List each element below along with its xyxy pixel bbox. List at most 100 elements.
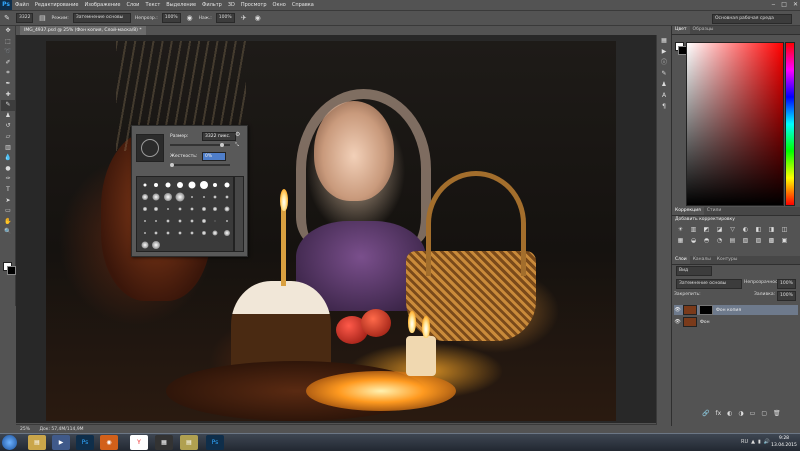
start-button[interactable]: [2, 435, 17, 450]
photoshop-icon[interactable]: Ps: [76, 435, 94, 450]
adjustment-icon[interactable]: ◨: [767, 226, 776, 234]
menu-help[interactable]: Справка: [289, 0, 317, 10]
brush-preset[interactable]: [163, 203, 174, 214]
menu-file[interactable]: Файл: [12, 0, 32, 10]
fx-icon[interactable]: fx: [715, 410, 721, 417]
opacity-input[interactable]: 100%: [161, 13, 181, 23]
color-picker-field[interactable]: [686, 42, 784, 206]
close-icon[interactable]: ✕: [793, 0, 798, 10]
history-brush-icon[interactable]: ↺: [1, 121, 15, 132]
pressure-size-icon[interactable]: ◉: [253, 13, 263, 23]
gradient-icon[interactable]: ▥: [1, 143, 15, 154]
background-color-swatch[interactable]: [7, 266, 16, 275]
explorer-icon[interactable]: ▤: [180, 435, 198, 450]
history-icon[interactable]: ▦: [657, 35, 671, 46]
visibility-eye-icon[interactable]: 👁: [674, 319, 681, 325]
brush-preset[interactable]: [186, 227, 197, 238]
tab-adjustments[interactable]: Коррекция: [672, 207, 704, 215]
document-size[interactable]: Док: 57,4M/114,9M: [39, 427, 83, 432]
brush-preset[interactable]: [198, 215, 209, 226]
brush-preset[interactable]: [186, 179, 197, 190]
brush-grid-scrollbar[interactable]: [234, 176, 244, 252]
visibility-eye-icon[interactable]: 👁: [674, 307, 681, 313]
workspace-select[interactable]: Основная рабочая среда: [712, 14, 792, 24]
hardness-input[interactable]: 0%: [202, 152, 226, 161]
airbrush-icon[interactable]: ✈: [239, 13, 249, 23]
brush-preset[interactable]: [139, 239, 150, 250]
adjustment-icon[interactable]: ◓: [702, 237, 711, 245]
brush-preset[interactable]: [222, 227, 233, 238]
type-icon[interactable]: T: [1, 185, 15, 196]
zoom-icon[interactable]: 🔍: [1, 227, 15, 238]
zoom-level[interactable]: 25%: [20, 427, 30, 432]
brush-preset[interactable]: [151, 215, 162, 226]
quick-select-icon[interactable]: ✐: [1, 58, 15, 69]
brush-preset[interactable]: [151, 227, 162, 238]
actions-icon[interactable]: ▶: [657, 46, 671, 57]
brush-preset[interactable]: [139, 227, 150, 238]
tray-arrow-icon[interactable]: ▲: [751, 436, 755, 449]
brush-preset[interactable]: [222, 179, 233, 190]
hardness-slider[interactable]: [170, 164, 230, 166]
gear-icon[interactable]: ⚙: [235, 131, 240, 138]
photoshop-icon-2[interactable]: Ps: [206, 435, 224, 450]
blur-icon[interactable]: 💧: [1, 153, 15, 164]
adjustment-icon[interactable]: ☀: [676, 226, 685, 234]
brush-tool-icon[interactable]: ✎: [2, 13, 12, 23]
character-icon[interactable]: A: [657, 90, 671, 101]
brush-preset[interactable]: [186, 191, 197, 202]
pressure-opacity-icon[interactable]: ◉: [185, 13, 195, 23]
adjustment-icon[interactable]: ▨: [754, 237, 763, 245]
firefox-icon[interactable]: ◉: [100, 435, 118, 450]
healing-icon[interactable]: ✚: [1, 90, 15, 101]
brush-preset[interactable]: [163, 191, 174, 202]
brush-icon[interactable]: ✎: [1, 100, 15, 111]
tab-paths[interactable]: Контуры: [714, 256, 741, 264]
tab-styles[interactable]: Стили: [704, 207, 725, 215]
brush-preset[interactable]: [151, 239, 162, 250]
brush-preset[interactable]: [210, 227, 221, 238]
move-icon[interactable]: ✥: [1, 26, 15, 37]
adjustment-icon[interactable]: ◩: [702, 226, 711, 234]
brush-preset[interactable]: [198, 191, 209, 202]
brush-angle-icon[interactable]: [141, 139, 159, 157]
clone-source-icon[interactable]: ♟: [657, 79, 671, 90]
layer-row-fon[interactable]: 👁 Фон: [674, 317, 798, 327]
adjustment-icon[interactable]: ▣: [780, 237, 789, 245]
menu-3d[interactable]: 3D: [225, 0, 238, 10]
adjustment-icon[interactable]: ◫: [780, 226, 789, 234]
adjustment-icon[interactable]: ▧: [741, 237, 750, 245]
layer-mask-thumbnail[interactable]: [699, 305, 713, 315]
lasso-icon[interactable]: ➰: [1, 47, 15, 58]
layer-opacity-input[interactable]: 100%: [777, 279, 796, 289]
tab-color[interactable]: Цвет: [672, 26, 690, 34]
pen-icon[interactable]: ✑: [1, 174, 15, 185]
adjustment-icon[interactable]: ◒: [689, 237, 698, 245]
brush-preset[interactable]: [198, 179, 209, 190]
photoshop-logo-icon[interactable]: Ps: [0, 0, 12, 10]
brush-preset[interactable]: [139, 179, 150, 190]
document-tab[interactable]: IMG_4937.psd @ 25% (Фон копия, Слой-маск…: [20, 26, 146, 35]
brush-preset[interactable]: [139, 203, 150, 214]
marquee-icon[interactable]: ⬚: [1, 37, 15, 48]
brush-preset[interactable]: [210, 215, 221, 226]
brush-preset[interactable]: [163, 227, 174, 238]
brush-preset[interactable]: [174, 191, 185, 202]
layer-blend-mode-select[interactable]: Затемнение основы: [676, 279, 742, 289]
menu-window[interactable]: Окно: [270, 0, 289, 10]
menu-layer[interactable]: Слои: [123, 0, 142, 10]
volume-icon[interactable]: 🔊: [764, 436, 770, 449]
adjustment-icon[interactable]: ▽: [728, 226, 737, 234]
language-indicator[interactable]: RU: [741, 436, 748, 449]
dodge-icon[interactable]: ●: [1, 164, 15, 175]
brush-preset[interactable]: [210, 203, 221, 214]
brush-settings-icon[interactable]: ✎: [657, 68, 671, 79]
layer-filter-select[interactable]: Вид: [676, 266, 712, 276]
adjustment-icon[interactable]: ▥: [689, 226, 698, 234]
flow-input[interactable]: 100%: [215, 13, 235, 23]
brush-preset[interactable]: [151, 179, 162, 190]
minimize-icon[interactable]: ‒: [771, 0, 775, 10]
clock[interactable]: 9:28 13.04.2015: [771, 435, 797, 449]
brush-preset[interactable]: [222, 215, 233, 226]
maximize-icon[interactable]: □: [781, 0, 787, 10]
